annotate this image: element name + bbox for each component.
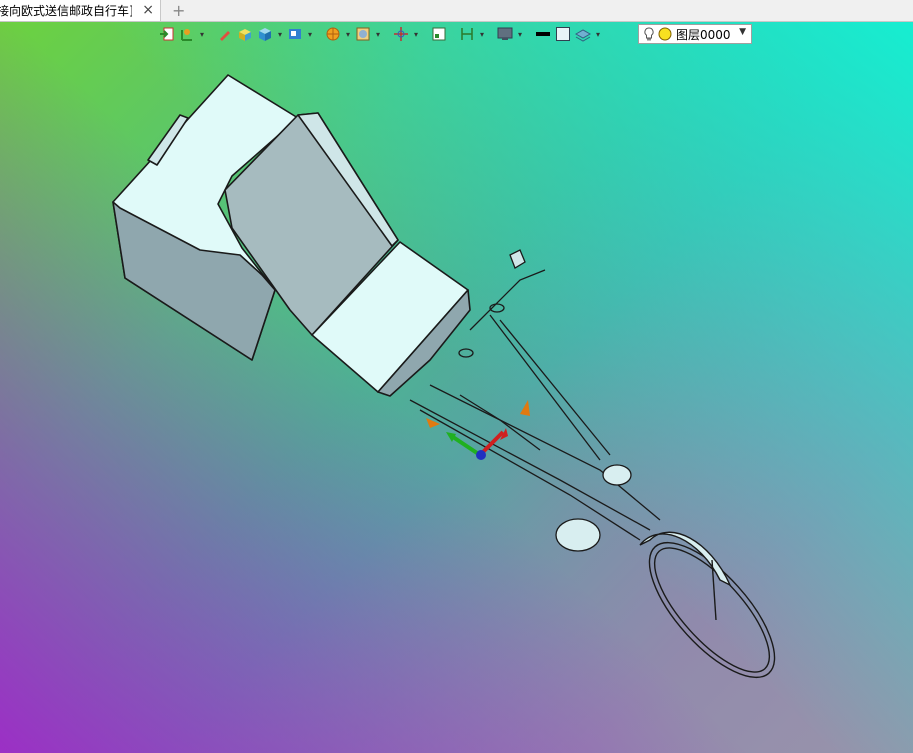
chevron-down-icon[interactable]: ▾: [412, 30, 420, 39]
chevron-down-icon[interactable]: ▾: [276, 30, 284, 39]
close-icon[interactable]: ×: [142, 2, 154, 18]
box-icon[interactable]: [236, 25, 254, 43]
color-white-icon[interactable]: [554, 25, 572, 43]
3d-viewport[interactable]: [0, 47, 913, 753]
chevron-down-icon[interactable]: ▾: [374, 30, 382, 39]
front-wheel[interactable]: [629, 523, 795, 696]
chevron-down-icon[interactable]: ▾: [594, 30, 602, 39]
cube-icon[interactable]: [256, 25, 274, 43]
lightbulb-icon[interactable]: [642, 26, 656, 42]
material-icon[interactable]: [354, 25, 372, 43]
render-sphere-icon[interactable]: [324, 25, 342, 43]
pencil-icon[interactable]: [216, 25, 234, 43]
layer-color-icon[interactable]: [658, 27, 672, 41]
dimension-icon[interactable]: [458, 25, 476, 43]
frame-icon[interactable]: [430, 25, 448, 43]
import-icon[interactable]: [158, 25, 176, 43]
view-icon[interactable]: [286, 25, 304, 43]
chevron-down-icon[interactable]: ▾: [344, 30, 352, 39]
view-toolbar: ▾ ▾ ▾ ▾ ▾ ▾ ▾ ▾ ▾: [158, 23, 602, 45]
document-tab[interactable]: 接向欧式送信邮政自行车] ×: [0, 0, 161, 21]
chevron-down-icon[interactable]: ▾: [198, 30, 206, 39]
layers-icon[interactable]: [574, 25, 592, 43]
layer-select[interactable]: 图层0000 ▼: [638, 24, 752, 44]
tab-bar: 接向欧式送信邮政自行车] × +: [0, 0, 913, 22]
transform-icon[interactable]: [178, 25, 196, 43]
color-black-icon[interactable]: [534, 25, 552, 43]
document-tab-title: 接向欧式送信邮政自行车]: [0, 4, 132, 18]
layer-name: 图层0000: [676, 27, 731, 42]
chevron-down-icon[interactable]: ▾: [478, 30, 486, 39]
chevron-down-icon[interactable]: ▾: [516, 30, 524, 39]
chevron-down-icon[interactable]: ▾: [306, 30, 314, 39]
chevron-down-icon[interactable]: ▼: [739, 27, 746, 37]
move-icon[interactable]: [392, 25, 410, 43]
add-tab-icon[interactable]: +: [172, 1, 185, 20]
display-icon[interactable]: [496, 25, 514, 43]
